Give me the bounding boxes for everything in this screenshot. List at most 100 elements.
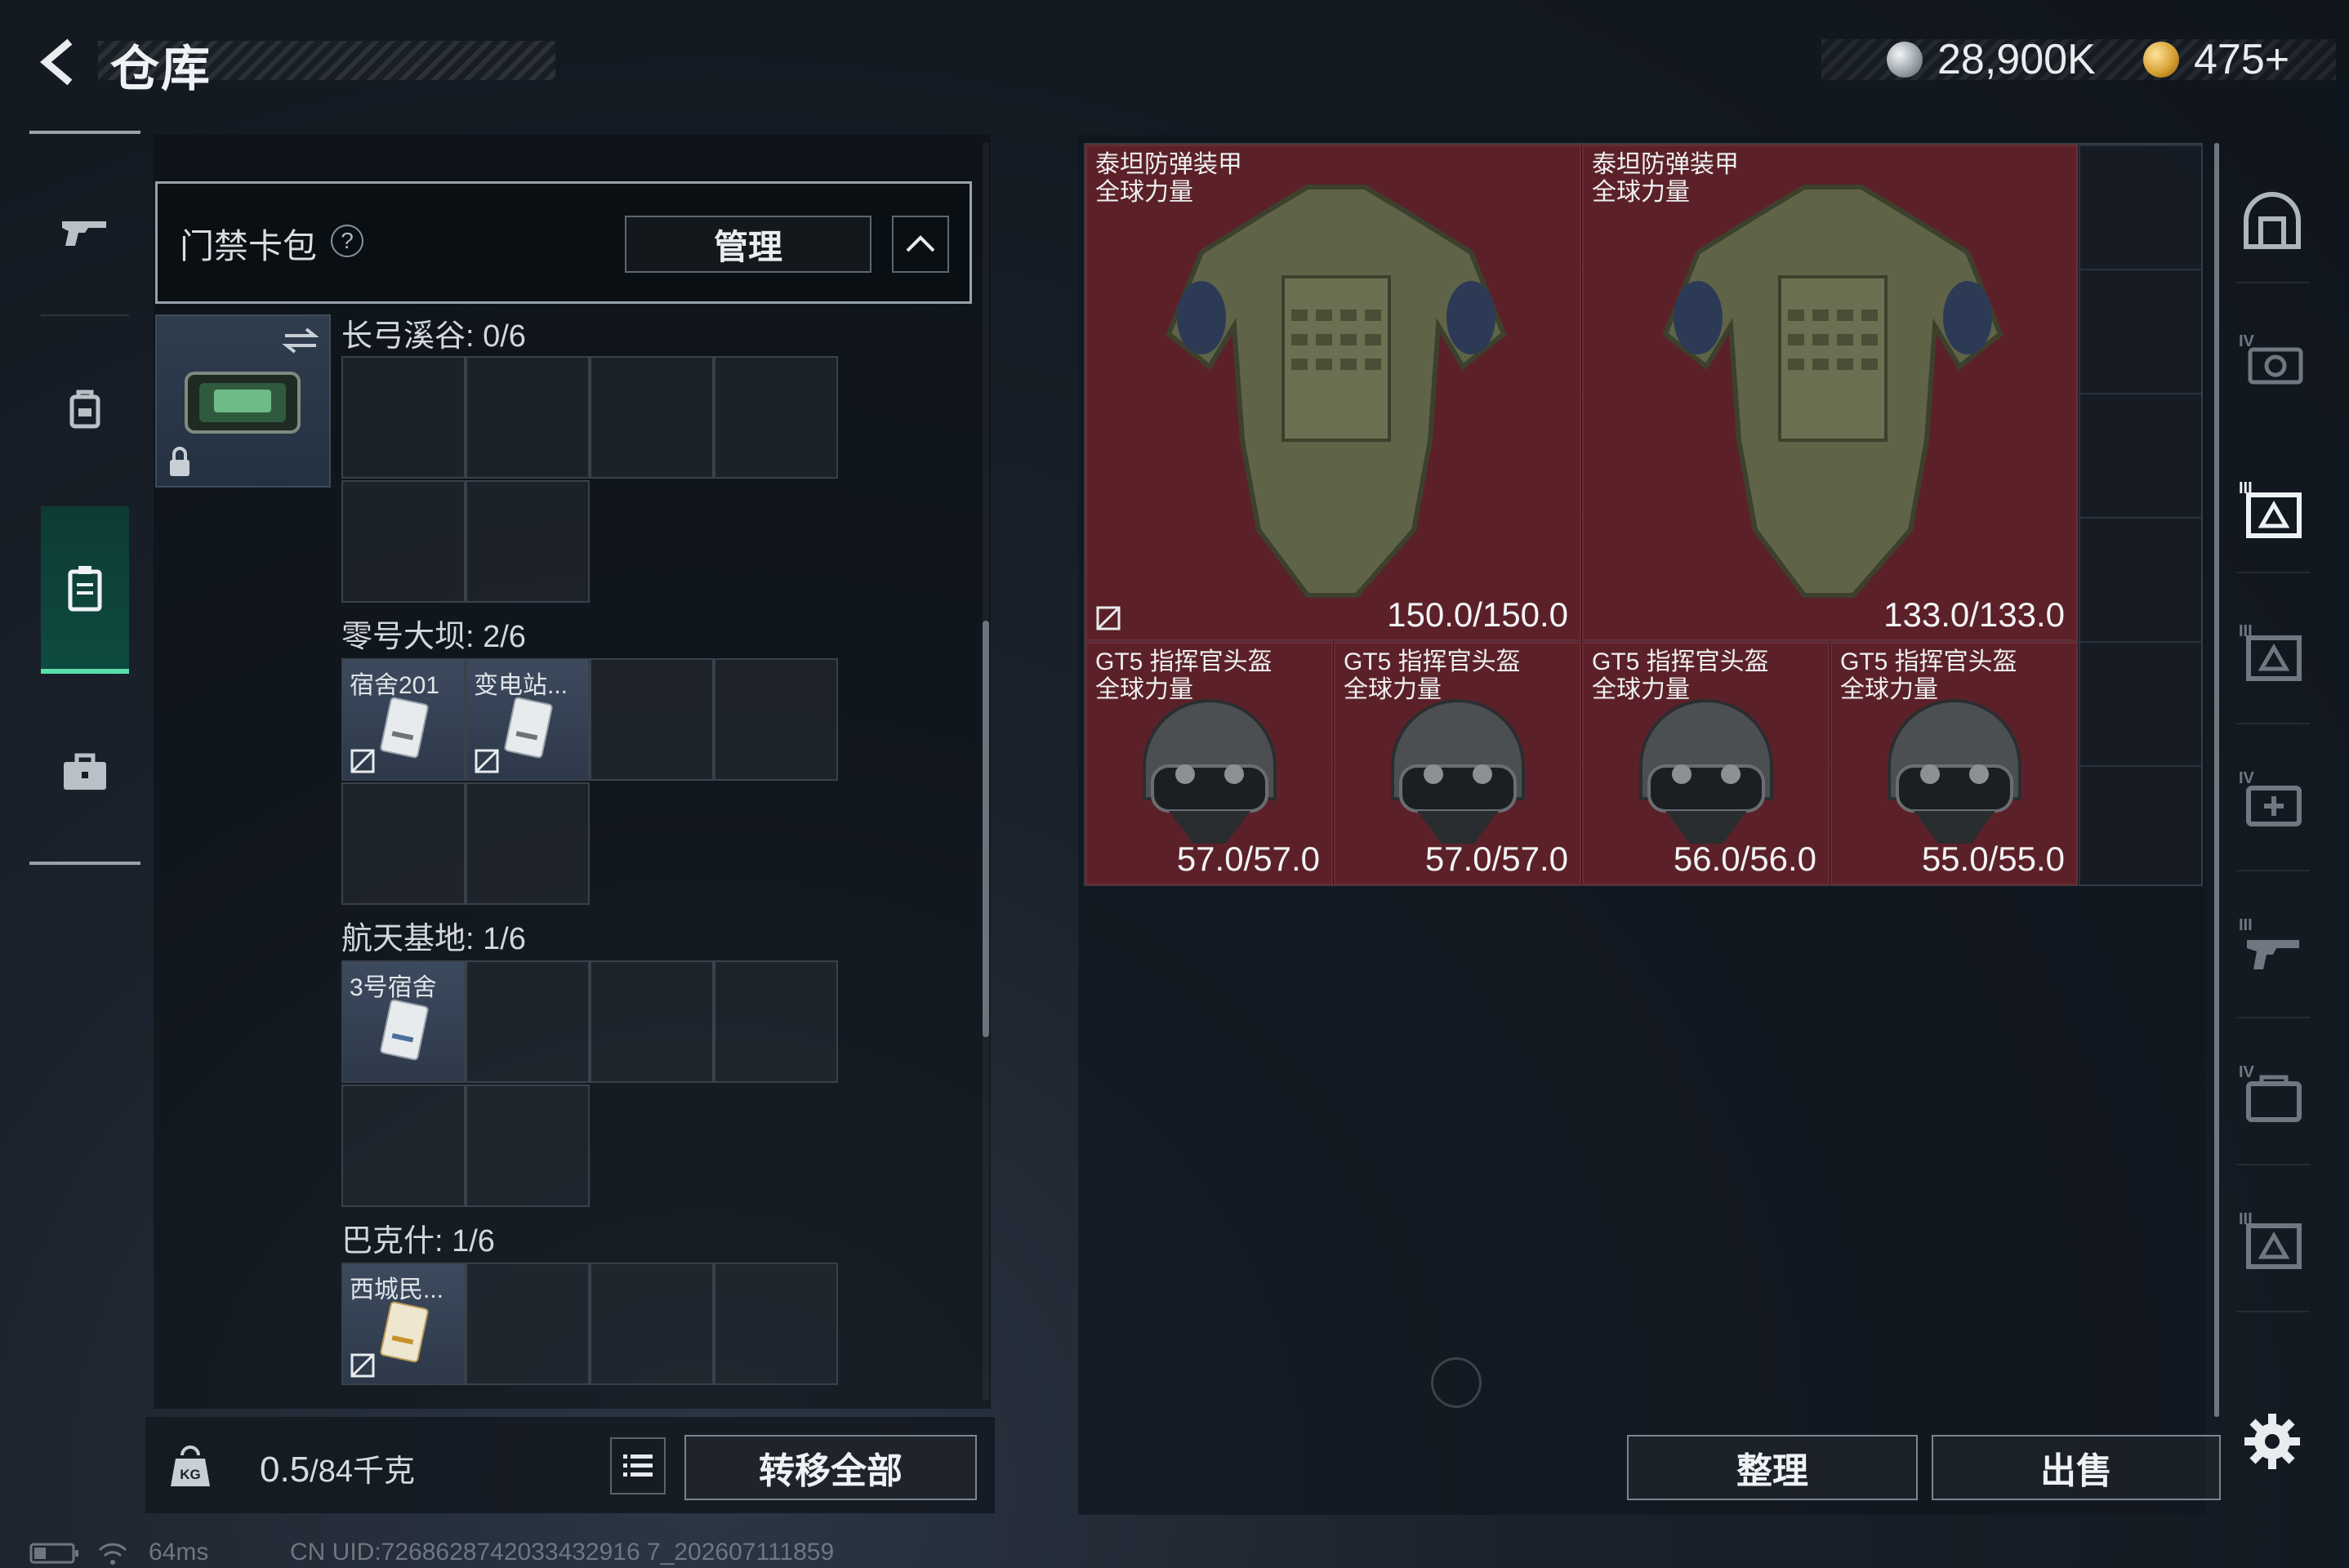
- gun-iii-icon: III: [2239, 916, 2299, 969]
- list-icon: [623, 1454, 653, 1477]
- keycard-icon: [380, 697, 429, 759]
- card-slot[interactable]: [341, 1085, 466, 1207]
- rail-case[interactable]: IV: [2231, 1049, 2313, 1139]
- backpack-icon: [69, 390, 100, 429]
- card-slot[interactable]: [714, 960, 838, 1083]
- section-label-changgong: 长弓溪谷: 0/6: [341, 319, 526, 354]
- rail-stash-home[interactable]: [2231, 176, 2313, 265]
- helmet-icon: [1639, 699, 1773, 844]
- helmet-item[interactable]: GT5 指挥官头盔 全球力量 55.0/55.0: [1830, 642, 2078, 885]
- silver-coin-icon: [1887, 42, 1923, 78]
- card-slot[interactable]: [714, 658, 838, 781]
- wifi-icon: [98, 1543, 127, 1565]
- no-combat-icon: [475, 749, 499, 773]
- sort-button[interactable]: 整理: [1627, 1435, 1918, 1500]
- card-slot[interactable]: [466, 782, 590, 905]
- card-slot[interactable]: [590, 356, 714, 479]
- top-bar: 仓库 28,900K 475+: [0, 0, 2349, 122]
- card-slot[interactable]: [714, 356, 838, 479]
- silver-currency[interactable]: 28,900K: [1887, 31, 2096, 88]
- settings-gear-icon[interactable]: [2241, 1410, 2303, 1472]
- card-slot[interactable]: [466, 1263, 590, 1385]
- armor-icon: [1166, 185, 1507, 598]
- help-button[interactable]: ?: [331, 225, 363, 257]
- card-slot[interactable]: [590, 658, 714, 781]
- helmet-item[interactable]: GT5 指挥官头盔 全球力量 57.0/57.0: [1085, 642, 1333, 885]
- rail-cardpack[interactable]: [41, 506, 129, 674]
- card-holder-icon: [68, 565, 102, 611]
- helmet-item[interactable]: GT5 指挥官头盔 全球力量 56.0/56.0: [1582, 642, 1830, 885]
- card-slot[interactable]: [590, 1263, 714, 1385]
- rail-case[interactable]: [41, 710, 129, 833]
- manage-button[interactable]: 管理: [625, 216, 871, 273]
- keycard-icon: [504, 697, 553, 759]
- chevron-up-icon: [906, 235, 935, 252]
- durability: 57.0/57.0: [1176, 840, 1320, 878]
- rail-container-selected[interactable]: III: [2231, 466, 2313, 555]
- armor-item[interactable]: 泰坦防弹装甲 全球力量 133.0/133.0: [1582, 145, 2078, 641]
- right-scrollbar[interactable]: [2214, 143, 2219, 1417]
- svg-text:IV: IV: [2239, 769, 2255, 787]
- rail-separator: [2236, 723, 2310, 724]
- no-combat-icon: [350, 1353, 375, 1378]
- card-case-icon: [185, 372, 301, 434]
- card-slot[interactable]: [466, 356, 590, 479]
- card-slot[interactable]: [341, 782, 466, 905]
- container-iii-icon: III: [2239, 1210, 2302, 1269]
- weight-icon: KG: [171, 1446, 210, 1486]
- rail-separator: [2236, 870, 2310, 871]
- helmet-icon: [1391, 699, 1525, 844]
- card-slot[interactable]: [590, 960, 714, 1083]
- no-combat-icon: [1096, 606, 1121, 630]
- helmet-item[interactable]: GT5 指挥官头盔 全球力量 57.0/57.0: [1334, 642, 1581, 885]
- helmet-icon: [1888, 699, 2021, 844]
- list-view-button[interactable]: [610, 1437, 666, 1494]
- svg-text:KG: KG: [180, 1467, 201, 1482]
- durability: 150.0/150.0: [1387, 595, 1568, 634]
- rail-separator: [2236, 282, 2310, 283]
- keycard-icon: [380, 1301, 429, 1363]
- gold-coin-icon: [2143, 42, 2179, 78]
- status-bar: 64ms CN UID:7268628742033432916 7_202607…: [0, 1535, 2349, 1568]
- access-card[interactable]: 宿舍201: [341, 658, 466, 781]
- rail-weapon-case[interactable]: III: [2231, 902, 2313, 992]
- access-card[interactable]: 变电站...: [466, 658, 590, 781]
- transfer-all-button[interactable]: 转移全部: [684, 1435, 977, 1500]
- drag-indicator: [1431, 1357, 1482, 1408]
- house-icon: [2244, 192, 2301, 249]
- access-card[interactable]: 3号宿舍: [341, 960, 466, 1083]
- svg-text:III: III: [2239, 916, 2253, 934]
- cardpack-title: 门禁卡包: [180, 227, 318, 265]
- left-scrollbar[interactable]: [983, 621, 989, 1037]
- card-slot[interactable]: [466, 480, 590, 603]
- card-slot[interactable]: [466, 1085, 590, 1207]
- rail-separator: [41, 314, 129, 316]
- lock-icon: [170, 447, 189, 476]
- rail-weapons[interactable]: [41, 172, 129, 294]
- gold-currency[interactable]: 475+: [2143, 31, 2289, 88]
- card-slot[interactable]: [714, 1263, 838, 1385]
- case-iv-icon: IV: [2239, 1063, 2302, 1122]
- rail-medkit[interactable]: IV: [2231, 755, 2313, 845]
- access-card[interactable]: 西城民...: [341, 1263, 466, 1385]
- section-label-bakesh: 巴克什: 1/6: [341, 1224, 495, 1258]
- card-slot[interactable]: [341, 480, 466, 603]
- rail-container-2[interactable]: III: [2231, 1196, 2313, 1286]
- back-button[interactable]: [25, 31, 90, 93]
- sell-button[interactable]: 出售: [1932, 1435, 2221, 1500]
- section-label-space-base: 航天基地: 1/6: [341, 922, 526, 956]
- keycard-icon: [380, 999, 429, 1061]
- rail-backpack[interactable]: [41, 347, 129, 470]
- durability: 55.0/55.0: [1921, 840, 2065, 878]
- svg-text:IV: IV: [2239, 1063, 2255, 1081]
- durability: 57.0/57.0: [1424, 840, 1568, 878]
- cardpack-thumbnail[interactable]: [155, 314, 331, 488]
- rail-top-line: [29, 131, 140, 134]
- armor-item[interactable]: 泰坦防弹装甲 全球力量 150.0/150.0: [1085, 145, 1581, 641]
- swap-icon: [282, 327, 319, 354]
- rail-armor-slot[interactable]: IV: [2231, 314, 2313, 404]
- collapse-button[interactable]: [892, 216, 949, 273]
- card-slot[interactable]: [466, 960, 590, 1083]
- card-slot[interactable]: [341, 356, 466, 479]
- rail-container[interactable]: III: [2231, 608, 2313, 698]
